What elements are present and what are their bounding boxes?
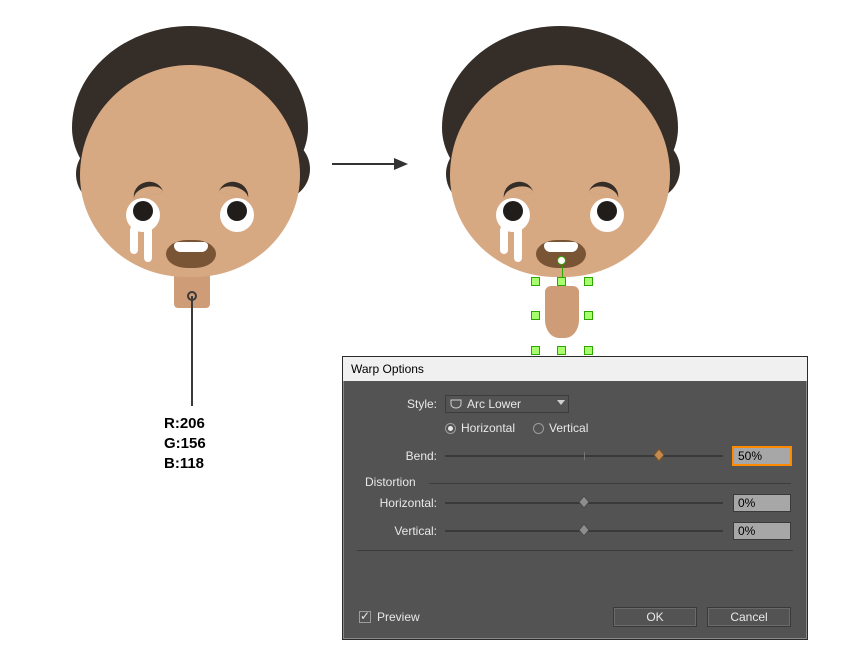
rgb-r: R:206 <box>164 414 206 434</box>
arc-lower-icon <box>450 398 462 410</box>
distortion-vertical-slider[interactable] <box>445 524 723 538</box>
resize-handle[interactable] <box>557 277 566 286</box>
rgb-readout: R:206 G:156 B:118 <box>164 414 206 474</box>
pupil <box>227 201 247 221</box>
distortion-vertical-label: Vertical: <box>359 524 437 538</box>
resize-handle[interactable] <box>584 277 593 286</box>
preview-checkbox[interactable]: Preview <box>359 610 420 624</box>
orientation-vertical-radio[interactable]: Vertical <box>533 421 588 435</box>
bend-label: Bend: <box>359 449 437 463</box>
style-dropdown[interactable]: Arc Lower <box>445 395 569 413</box>
resize-handle[interactable] <box>584 346 593 355</box>
distortion-horizontal-slider[interactable] <box>445 496 723 510</box>
resize-handle[interactable] <box>531 311 540 320</box>
dialog-title: Warp Options <box>351 362 424 376</box>
tear <box>130 226 138 254</box>
pupil <box>503 201 523 221</box>
tear <box>500 226 508 254</box>
distortion-horizontal-value: 0% <box>738 496 755 510</box>
resize-handle[interactable] <box>531 346 540 355</box>
style-dropdown-value: Arc Lower <box>467 397 521 411</box>
selection-bounding-box[interactable] <box>536 282 588 350</box>
example-face-left <box>70 20 310 320</box>
teeth <box>174 242 208 252</box>
rotate-handle[interactable] <box>557 256 566 265</box>
bend-value: 50% <box>738 449 762 463</box>
teeth <box>544 242 578 252</box>
radio-label: Vertical <box>549 421 588 435</box>
distortion-horizontal-value-input[interactable]: 0% <box>733 494 791 512</box>
divider <box>429 483 791 484</box>
distortion-horizontal-label: Horizontal: <box>359 496 437 510</box>
cancel-button[interactable]: Cancel <box>707 607 791 627</box>
radio-icon <box>445 423 456 434</box>
resize-handle[interactable] <box>557 346 566 355</box>
arrow-icon <box>330 156 410 172</box>
divider <box>357 550 793 551</box>
chevron-down-icon <box>557 400 565 405</box>
resize-handle[interactable] <box>531 277 540 286</box>
slider-thumb-icon <box>579 496 589 508</box>
slider-thumb-icon <box>654 449 664 461</box>
bend-value-input[interactable]: 50% <box>733 447 791 465</box>
slider-thumb-icon <box>579 524 589 536</box>
style-label: Style: <box>359 397 437 411</box>
dialog-titlebar[interactable]: Warp Options <box>343 357 807 381</box>
bend-slider[interactable] <box>445 449 723 463</box>
ok-button[interactable]: OK <box>613 607 697 627</box>
pupil <box>597 201 617 221</box>
tear <box>144 226 152 262</box>
mouth <box>166 240 216 268</box>
eye <box>220 198 254 232</box>
radio-label: Horizontal <box>461 421 515 435</box>
pupil <box>133 201 153 221</box>
checkbox-icon <box>359 611 371 623</box>
rgb-g: G:156 <box>164 434 206 454</box>
callout-line <box>191 296 193 406</box>
resize-handle[interactable] <box>584 311 593 320</box>
orientation-horizontal-radio[interactable]: Horizontal <box>445 421 515 435</box>
preview-label: Preview <box>377 610 420 624</box>
example-face-right <box>440 20 680 320</box>
distortion-vertical-value: 0% <box>738 524 755 538</box>
eye <box>590 198 624 232</box>
tear <box>514 226 522 262</box>
warp-options-dialog: Warp Options Style: Arc Lower Horizontal <box>342 356 808 640</box>
radio-icon <box>533 423 544 434</box>
distortion-vertical-value-input[interactable]: 0% <box>733 522 791 540</box>
cancel-button-label: Cancel <box>730 610 767 624</box>
distortion-section-label: Distortion <box>365 475 791 489</box>
ok-button-label: OK <box>646 610 663 624</box>
rgb-b: B:118 <box>164 454 206 474</box>
